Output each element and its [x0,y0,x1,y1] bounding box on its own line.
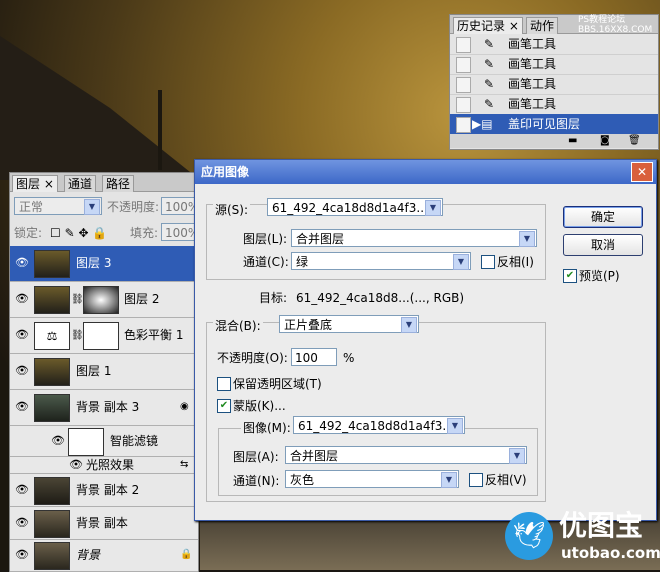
mask-checkbox[interactable]: ✔ [217,399,231,413]
history-item-selected[interactable]: ▶▤ 盖印可见图层 [450,114,658,135]
history-item[interactable]: ✎ 画笔工具 [450,54,658,75]
history-footer: ▬ ◙ 🗑 [450,134,658,148]
layer-thumbnail [34,286,70,314]
cancel-button[interactable]: 取消 [563,234,643,256]
filter-options-icon[interactable]: ⇆ [180,457,188,473]
blend-mode-select[interactable]: 正片叠底 ▼ [279,315,419,333]
chevron-down-icon: ▼ [447,418,463,434]
chevron-down-icon: ▼ [401,317,417,333]
chevron-down-icon: ▼ [453,254,469,270]
bird-logo-icon: 🕊 [505,512,553,560]
tab-channels[interactable]: 通道 [64,175,97,192]
chevron-down-icon: ▼ [84,199,100,215]
chain-link-icon[interactable]: ⛓ [71,292,84,308]
smart-filters-row[interactable]: 👁 智能滤镜 [10,426,198,457]
layer-mask-thumbnail [83,322,119,350]
eye-icon[interactable]: 👁 [14,255,30,271]
chevron-down-icon: ▼ [441,472,457,488]
mask-invert-checkbox[interactable] [469,473,483,487]
lock-icon: 🔒 [180,549,193,560]
eye-icon[interactable]: 👁 [14,547,30,563]
dialog-title: 应用图像 [201,165,250,179]
tab-paths[interactable]: 路径 [102,175,135,192]
tab-actions[interactable]: 动作 [526,17,559,34]
dialog-titlebar: 应用图像 ✕ [195,160,656,184]
mask-channel-select[interactable]: 灰色 ▼ [285,470,459,488]
layer-row-bg-copy-3[interactable]: 👁 背景 副本 3 ◉ [10,390,198,426]
watermark-text: PS教程论坛 BBS.16XX8.COM [578,15,653,35]
brush-icon: ✎ [484,97,495,111]
layer-row-bg-copy[interactable]: 👁 背景 副本 [10,507,198,540]
ok-button[interactable]: 确定 [563,206,643,228]
layer-row-color-balance[interactable]: 👁 ⚖ ⛓ 色彩平衡 1 [10,318,198,354]
adjustment-thumbnail: ⚖ [34,322,70,350]
new-snapshot-icon[interactable]: ▬ [568,133,577,149]
close-icon[interactable]: ✕ [631,162,653,182]
apply-image-dialog: 应用图像 ✕ 源(S): 61_492_4ca18d8d1a4f3... ▼ 图层… [194,159,657,521]
chevron-down-icon: ▼ [425,200,441,216]
eye-icon[interactable]: 👁 [14,291,30,307]
layers-tabbar: 图层 × 通道 路径 [10,173,198,192]
history-panel: 历史记录 × 动作 PS教程论坛 BBS.16XX8.COM ✎ 画笔工具 ✎ … [449,14,659,150]
invert-checkbox[interactable] [481,255,495,269]
layer-row-1[interactable]: 👁 图层 1 [10,354,198,390]
source-select[interactable]: 61_492_4ca18d8d1a4f3... ▼ [267,198,443,216]
filter-mask-thumbnail [68,428,104,456]
layers-panel: 图层 × 通道 路径 正常 ▼ 不透明度: 100% 锁定: ☐ ✎ ✥ 🔒 填充… [9,172,199,572]
eye-icon[interactable]: 👁 [14,482,30,498]
mask-image-select[interactable]: 61_492_4ca18d8d1a4f3... ▼ [293,416,465,434]
smart-object-thumbnail [34,394,70,422]
layer-opacity-field[interactable]: 100% [161,197,199,215]
history-item[interactable]: ✎ 画笔工具 [450,94,658,115]
eye-icon[interactable]: 👁 [68,457,84,473]
antenna-silhouette [158,90,162,170]
chevron-down-icon: ▼ [519,231,535,247]
source-channel-select[interactable]: 绿 ▼ [291,252,471,270]
chain-link-icon[interactable]: ⛓ [71,328,84,344]
mask-layer-select[interactable]: 合并图层 ▼ [285,446,527,464]
history-state-icon: ▶▤ [472,117,493,131]
brush-icon: ✎ [484,77,495,91]
eye-icon[interactable]: 👁 [50,433,66,449]
eye-icon[interactable]: 👁 [14,399,30,415]
preview-checkbox[interactable]: ✔ [563,269,577,283]
layer-row-2[interactable]: 👁 ⛓ 图层 2 [10,282,198,318]
site-logo: 🕊 优图宝 utobao.com [505,508,660,566]
source-layer-select[interactable]: 合并图层 ▼ [291,229,537,247]
blend-mode-select[interactable]: 正常 ▼ [14,197,102,215]
tab-layers[interactable]: 图层 × [12,175,58,192]
camera-icon[interactable]: ◙ [600,133,610,149]
chevron-down-icon: ▼ [509,448,525,464]
layer-row-bg-copy-2[interactable]: 👁 背景 副本 2 [10,474,198,507]
layer-row-3[interactable]: 👁 图层 3 [10,246,198,282]
eye-icon[interactable]: 👁 [14,363,30,379]
brush-icon: ✎ [484,37,495,51]
layer-thumbnail [34,542,70,570]
lock-icons[interactable]: ☐ ✎ ✥ 🔒 [50,225,107,241]
trash-icon[interactable]: 🗑 [628,133,641,149]
preserve-transparency-checkbox[interactable] [217,377,231,391]
brush-icon: ✎ [484,57,495,71]
eye-icon[interactable]: 👁 [14,327,30,343]
smart-filter-badge-icon[interactable]: ◉ [180,399,189,415]
layer-mask-thumbnail [83,286,119,314]
layer-thumbnail [34,358,70,386]
layer-thumbnail [34,477,70,505]
history-item[interactable]: ✎ 画笔工具 [450,34,658,55]
layer-fill-field[interactable]: 100% [161,223,199,241]
layer-thumbnail [34,510,70,538]
layer-row-background[interactable]: 👁 背景 🔒 [10,540,198,572]
tab-history[interactable]: 历史记录 × [453,17,523,34]
eye-icon[interactable]: 👁 [14,515,30,531]
opacity-field[interactable]: 100 [291,348,337,366]
layer-thumbnail [34,250,70,278]
history-item[interactable]: ✎ 画笔工具 [450,74,658,95]
filter-row-lighting[interactable]: 👁 光照效果 ⇆ [10,457,198,474]
